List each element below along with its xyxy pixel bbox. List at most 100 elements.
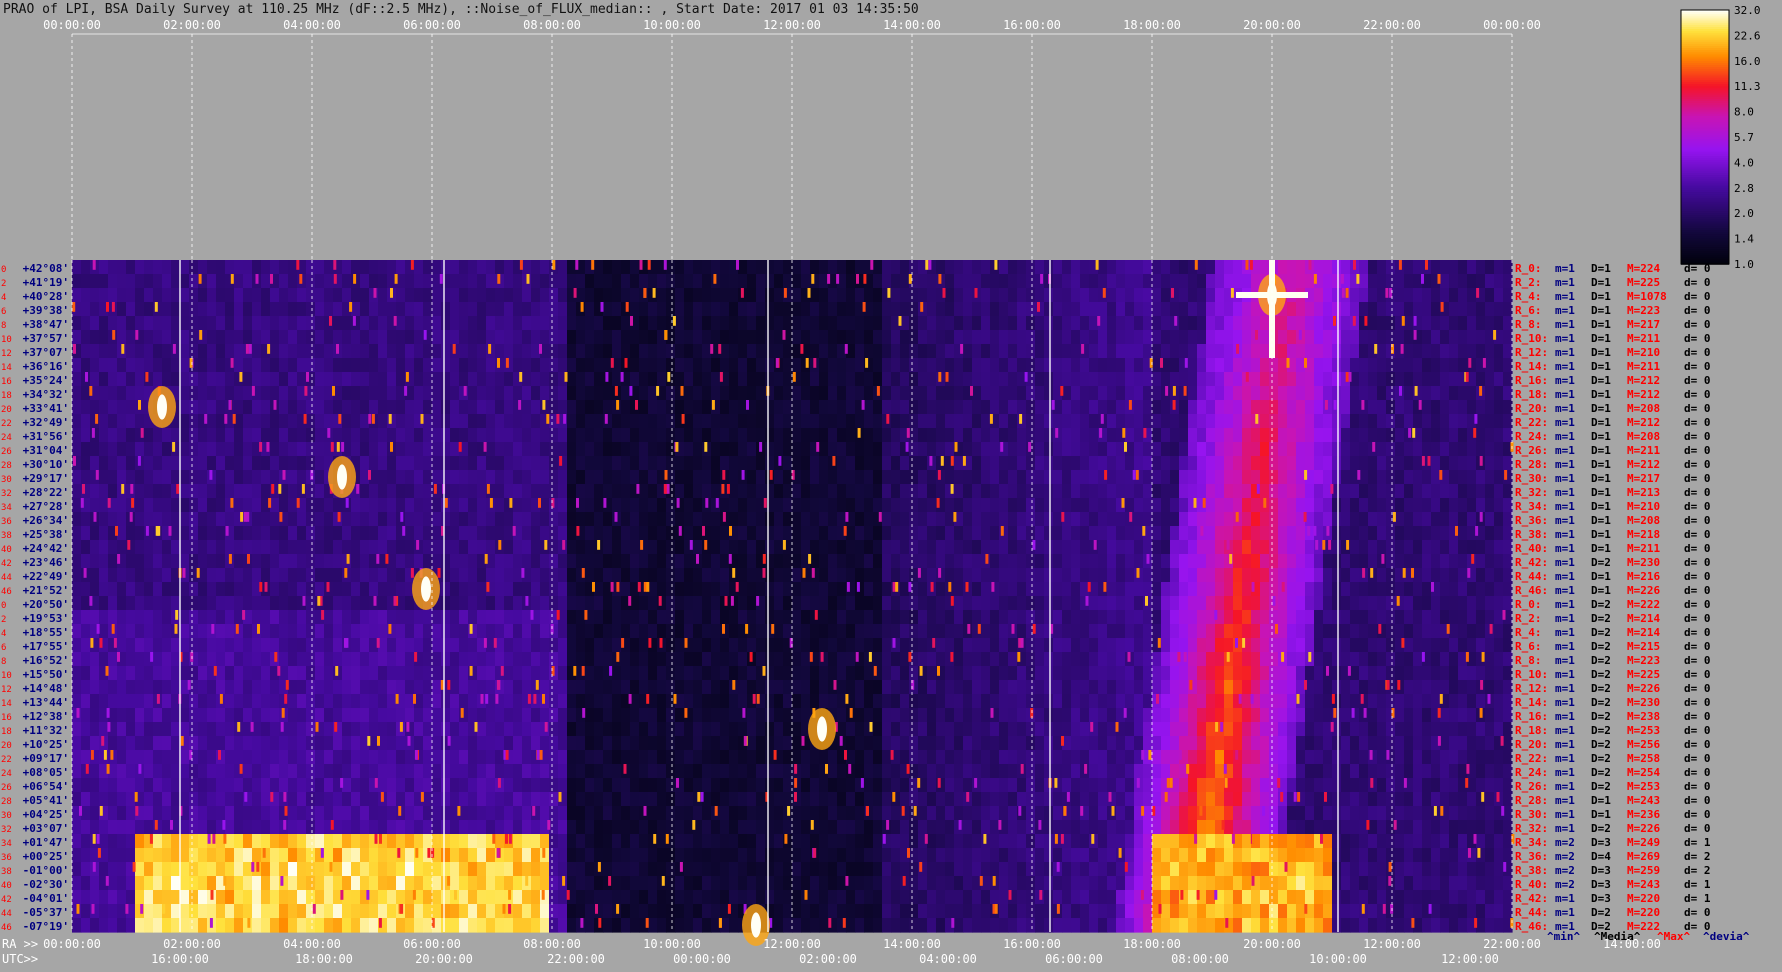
heatmap-cell xyxy=(1035,554,1045,569)
heatmap-cell xyxy=(90,344,100,359)
heatmap-cell xyxy=(1377,316,1387,331)
heatmap-cell xyxy=(648,344,658,359)
heatmap-cell xyxy=(1287,428,1297,443)
heatmap-cell xyxy=(1287,596,1297,611)
heatmap-cell xyxy=(405,414,415,429)
heatmap-cell xyxy=(1035,680,1045,695)
heatmap-cell xyxy=(1386,344,1396,359)
heatmap-cell xyxy=(1035,512,1045,527)
heatmap-cell xyxy=(693,302,703,317)
heatmap-cell xyxy=(1386,582,1396,597)
heatmap-cell xyxy=(1044,330,1054,345)
heatmap-cell xyxy=(72,610,82,625)
heatmap-cell xyxy=(1305,484,1315,499)
heatmap-cell xyxy=(369,540,379,555)
heatmap-cell xyxy=(729,456,739,471)
heatmap-cell xyxy=(1494,288,1504,303)
heatmap-cell xyxy=(369,624,379,639)
heatmap-cell xyxy=(1170,512,1180,527)
heatmap-cell xyxy=(522,526,532,541)
heatmap-cell xyxy=(1197,400,1207,415)
heatmap-cell xyxy=(603,274,613,289)
heatmap-cell xyxy=(468,526,478,541)
heatmap-cell xyxy=(1296,638,1306,653)
heatmap-cell xyxy=(126,260,136,275)
heatmap-cell xyxy=(1485,512,1495,527)
heatmap-cell xyxy=(1152,302,1162,317)
heatmap-cell xyxy=(963,372,973,387)
heatmap-cell xyxy=(1233,358,1243,373)
heatmap-cell xyxy=(1161,288,1171,303)
heatmap-cell xyxy=(927,526,937,541)
heatmap-cell xyxy=(198,288,208,303)
heatmap-cell xyxy=(351,288,361,303)
heatmap-cell xyxy=(306,330,316,345)
heatmap-cell xyxy=(153,610,163,625)
heatmap-cell xyxy=(1350,666,1360,681)
heatmap-cell xyxy=(477,652,487,667)
heatmap-cell xyxy=(1386,484,1396,499)
heatmap-cell xyxy=(513,652,523,667)
heatmap-cell xyxy=(225,512,235,527)
heatmap-cell xyxy=(1413,414,1423,429)
heatmap-cell xyxy=(1494,400,1504,415)
heatmap-cell xyxy=(1116,372,1126,387)
heatmap-cell xyxy=(1449,652,1459,667)
heatmap-cell xyxy=(603,610,613,625)
heatmap-cell xyxy=(1071,330,1081,345)
heatmap-cell xyxy=(288,666,298,681)
heatmap-cell xyxy=(1350,540,1360,555)
heatmap-cell xyxy=(90,610,100,625)
heatmap-cell xyxy=(936,554,946,569)
heatmap-cell xyxy=(1170,568,1180,583)
heatmap-cell xyxy=(351,414,361,429)
heatmap-cell xyxy=(954,666,964,681)
heatmap-cell xyxy=(1017,386,1027,401)
heatmap-cell xyxy=(585,638,595,653)
heatmap-cell xyxy=(153,344,163,359)
heatmap-cell xyxy=(378,582,388,597)
heatmap-cell xyxy=(1350,400,1360,415)
heatmap-cell xyxy=(711,316,721,331)
heatmap-cell xyxy=(432,400,442,415)
heatmap-cell xyxy=(153,680,163,695)
heatmap-cell xyxy=(135,554,145,569)
heatmap-cell xyxy=(1161,498,1171,513)
heatmap-cell xyxy=(1044,638,1054,653)
heatmap-cell xyxy=(666,582,676,597)
heatmap-cell xyxy=(495,400,505,415)
heatmap-cell xyxy=(1494,414,1504,429)
heatmap-cell xyxy=(1035,358,1045,373)
heatmap-cell xyxy=(1188,568,1198,583)
heatmap-cell xyxy=(666,288,676,303)
heatmap-cell xyxy=(1449,428,1459,443)
heatmap-cell xyxy=(1206,274,1216,289)
heatmap-cell xyxy=(468,498,478,513)
heatmap-cell xyxy=(1332,372,1342,387)
heatmap-cell xyxy=(621,568,631,583)
heatmap-cell xyxy=(207,680,217,695)
heatmap-cell xyxy=(99,316,109,331)
heatmap-cell xyxy=(927,610,937,625)
heatmap-cell xyxy=(189,610,199,625)
heatmap-cell xyxy=(801,638,811,653)
heatmap-cell xyxy=(1017,260,1027,275)
heatmap-cell xyxy=(918,624,928,639)
heatmap-cell xyxy=(621,624,631,639)
heatmap-cell xyxy=(1422,288,1432,303)
heatmap-cell xyxy=(1143,624,1153,639)
heatmap-cell xyxy=(612,540,622,555)
heatmap-cell xyxy=(1287,582,1297,597)
heatmap-cell xyxy=(738,652,748,667)
heatmap-cell xyxy=(468,568,478,583)
heatmap-cell xyxy=(918,652,928,667)
heatmap-cell xyxy=(567,554,577,569)
heatmap-cell xyxy=(1332,652,1342,667)
heatmap-cell xyxy=(1242,470,1252,485)
heatmap-cell xyxy=(999,344,1009,359)
heatmap-cell xyxy=(504,400,514,415)
heatmap-cell xyxy=(225,624,235,639)
heatmap-cell xyxy=(513,484,523,499)
heatmap-cell xyxy=(558,484,568,499)
heatmap-cell xyxy=(1341,400,1351,415)
